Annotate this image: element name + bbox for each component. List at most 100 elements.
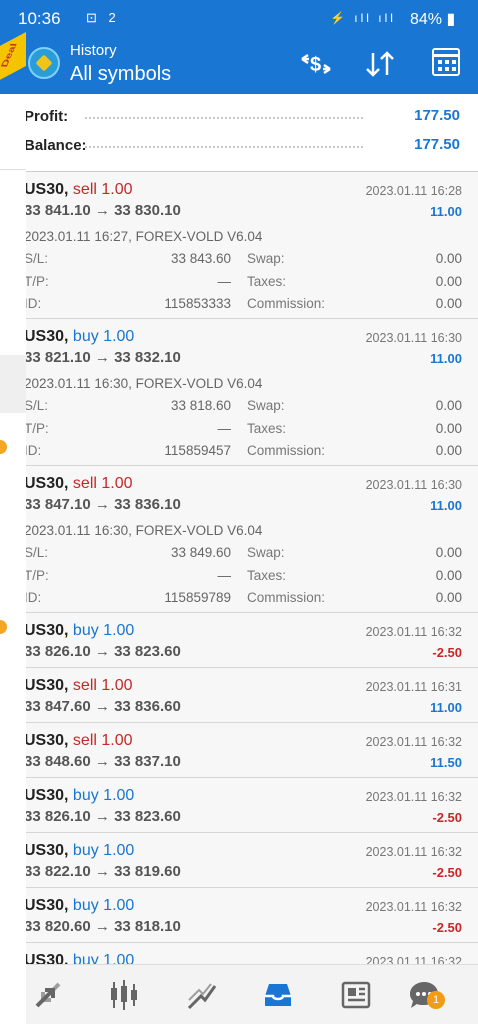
trade-symbol: US30,: [24, 622, 69, 639]
trade-comment: 2023.01.11 16:30, FOREX-VOLD V6.04: [24, 523, 263, 538]
trade-item[interactable]: US30, buy 1.00 2023.01.11 16:32: [0, 943, 478, 964]
trade-volume: 1.00: [101, 181, 133, 198]
taxes-value: 0.00: [435, 421, 462, 436]
trade-profit: 11.50: [430, 755, 462, 770]
taxes-label: Taxes:: [247, 421, 287, 436]
tp-label: T/P:: [24, 568, 49, 583]
trade-time: 2023.01.11 16:30: [365, 331, 462, 345]
drawer-notification-dot: [0, 620, 7, 634]
trade-time: 2023.01.11 16:28: [365, 184, 462, 198]
trade-symbol: US30,: [24, 181, 69, 198]
trade-symbol: US30,: [24, 952, 69, 964]
trade-profit: -2.50: [432, 865, 462, 880]
trade-item[interactable]: US30, buy 1.00 33 826.10 → 33 823.60 202…: [0, 613, 478, 668]
nav-chart[interactable]: [104, 977, 144, 1013]
profit-row: Profit: 177.50: [0, 102, 478, 132]
trade-symbol: US30,: [24, 897, 69, 914]
status-bar: 10:36 ⊡ 2 ⚡ ıll ıll 84% ▮: [0, 0, 478, 36]
commission-value: 0.00: [435, 296, 462, 311]
trade-prices: 33 826.10 → 33 823.60: [24, 643, 181, 660]
trade-side: buy: [72, 842, 99, 859]
trade-side: buy: [72, 328, 99, 345]
trade-symbol: US30,: [24, 787, 69, 804]
nav-history[interactable]: [258, 977, 298, 1013]
side-drawer-edge[interactable]: [0, 0, 26, 1024]
battery-level: 84% ▮: [410, 11, 456, 28]
trade-volume: 1.00: [101, 475, 133, 492]
sort-arrows-icon: [366, 51, 394, 77]
id-label: ID:: [24, 590, 42, 605]
sl-label: S/L:: [24, 545, 49, 560]
swap-label: Swap:: [247, 545, 285, 560]
trade-item[interactable]: US30, buy 1.00 33 820.60 → 33 818.10 202…: [0, 888, 478, 943]
trade-profit: -2.50: [432, 920, 462, 935]
page-title[interactable]: All symbols: [70, 63, 171, 86]
sl-value: 33 843.60: [170, 251, 231, 266]
commission-label: Commission:: [247, 296, 326, 311]
trade-symbol: US30,: [24, 475, 69, 492]
trade-profit: 11.00: [430, 351, 462, 366]
trade-prices: 33 821.10 → 33 832.10: [24, 349, 181, 366]
sl-label: S/L:: [24, 398, 49, 413]
sl-value: 33 849.60: [170, 545, 231, 560]
nav-trade[interactable]: [182, 977, 222, 1013]
trade-item[interactable]: US30, buy 1.00 33 821.10 → 33 832.10 202…: [0, 319, 478, 466]
trade-profit: 11.00: [430, 498, 462, 513]
trade-trend-icon: [187, 983, 217, 1010]
id-label: ID:: [24, 443, 42, 458]
taxes-label: Taxes:: [247, 274, 287, 289]
trade-time: 2023.01.11 16:30: [365, 478, 462, 492]
trade-prices: 33 820.60 → 33 818.10: [24, 918, 181, 935]
trade-profit: -2.50: [432, 810, 462, 825]
trade-symbol: US30,: [24, 328, 69, 345]
trade-volume: 1.00: [101, 732, 133, 749]
svg-text:$: $: [310, 54, 321, 76]
trade-side: buy: [72, 622, 99, 639]
nav-news[interactable]: [336, 977, 376, 1013]
trade-volume: 1.00: [103, 897, 135, 914]
tp-label: T/P:: [24, 274, 49, 289]
trade-volume: 1.00: [101, 677, 133, 694]
trade-time: 2023.01.11 16:31: [365, 680, 462, 694]
swap-label: Swap:: [247, 251, 285, 266]
newspaper-icon: [341, 981, 371, 1009]
sort-button[interactable]: [360, 44, 400, 84]
trade-item[interactable]: US30, sell 1.00 33 847.10 → 33 836.10 20…: [0, 466, 478, 613]
tp-label: T/P:: [24, 421, 49, 436]
app-logo-icon[interactable]: [28, 47, 60, 79]
trade-item[interactable]: US30, sell 1.00 33 847.60 → 33 836.60 20…: [0, 668, 478, 723]
trade-profit: -2.50: [432, 645, 462, 660]
currency-exchange-icon: $: [301, 53, 331, 76]
trade-side: sell: [72, 677, 97, 694]
commission-label: Commission:: [247, 443, 326, 458]
balance-value: 177.50: [414, 136, 460, 153]
drawer-notification-dot: [0, 440, 7, 454]
nav-quotes[interactable]: [28, 977, 68, 1013]
trade-comment: 2023.01.11 16:27, FOREX-VOLD V6.04: [24, 229, 263, 244]
trade-item[interactable]: US30, buy 1.00 33 822.10 → 33 819.60 202…: [0, 833, 478, 888]
symbol-filter-button[interactable]: $: [296, 44, 336, 84]
trade-item[interactable]: US30, sell 1.00 33 848.60 → 33 837.10 20…: [0, 723, 478, 778]
trade-item[interactable]: US30, buy 1.00 33 826.10 → 33 823.60 202…: [0, 778, 478, 833]
swap-value: 0.00: [435, 545, 462, 560]
trade-history-list[interactable]: US30, sell 1.00 33 841.10 → 33 830.10 20…: [0, 172, 478, 964]
status-icons: ⊡ 2: [86, 10, 120, 25]
id-value: 115859457: [164, 443, 231, 458]
signal-icon: ⚡ ıll ıll: [330, 11, 396, 25]
trade-volume: 1.00: [103, 622, 135, 639]
trade-symbol: US30,: [24, 732, 69, 749]
trade-side: buy: [72, 952, 99, 964]
calendar-icon[interactable]: [432, 48, 460, 76]
trade-side: sell: [72, 732, 97, 749]
trade-time: 2023.01.11 16:32: [365, 790, 462, 804]
trade-volume: 1.00: [103, 328, 135, 345]
trade-volume: 1.00: [103, 842, 135, 859]
trade-item[interactable]: US30, sell 1.00 33 841.10 → 33 830.10 20…: [0, 172, 478, 319]
commission-value: 0.00: [435, 443, 462, 458]
trade-volume: 1.00: [103, 952, 135, 964]
trade-side: buy: [72, 897, 99, 914]
id-label: ID:: [24, 296, 42, 311]
inbox-tray-icon: [265, 984, 291, 1006]
messages-count-badge: 1: [427, 991, 445, 1009]
swap-value: 0.00: [435, 251, 462, 266]
